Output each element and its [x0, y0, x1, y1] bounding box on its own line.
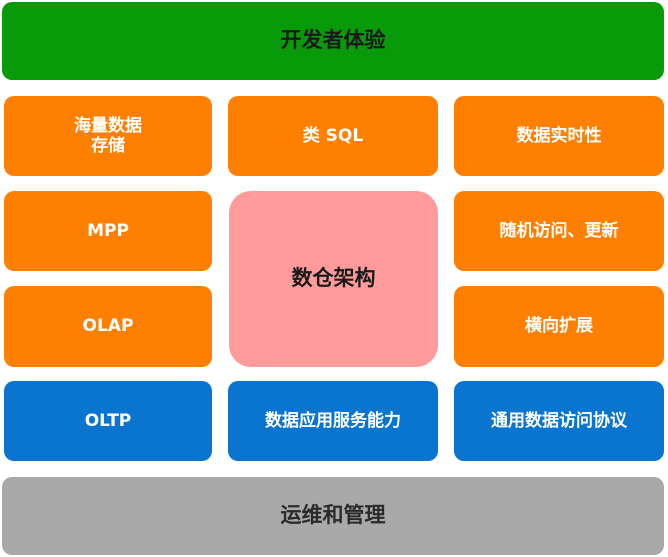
- data-application-service-label: 数据应用服务能力: [265, 410, 401, 431]
- olap-label: OLAP: [82, 316, 134, 337]
- data-application-service-box: 数据应用服务能力: [228, 381, 438, 461]
- data-realtime-label: 数据实时性: [516, 125, 602, 146]
- olap-box: OLAP: [4, 286, 212, 367]
- developer-experience-bar: 开发者体验: [2, 2, 664, 80]
- random-access-update-label: 随机访问、更新: [499, 220, 619, 241]
- sql-like-label: 类 SQL: [302, 125, 364, 146]
- horizontal-scaling-label: 横向扩展: [525, 316, 593, 337]
- random-access-update-box: 随机访问、更新: [454, 191, 664, 271]
- data-realtime-box: 数据实时性: [454, 96, 664, 176]
- general-data-access-protocol-box: 通用数据访问协议: [454, 381, 664, 461]
- ops-management-label: 运维和管理: [280, 503, 386, 528]
- developer-experience-label: 开发者体验: [280, 28, 386, 53]
- mpp-box: MPP: [4, 191, 212, 271]
- sql-like-box: 类 SQL: [228, 96, 438, 176]
- data-warehouse-architecture-label: 数仓架构: [291, 266, 376, 291]
- massive-data-storage-box: 海量数据 存储: [4, 96, 212, 176]
- data-warehouse-architecture-box: 数仓架构: [229, 191, 438, 367]
- oltp-box: OLTP: [4, 381, 212, 461]
- oltp-label: OLTP: [84, 410, 132, 431]
- massive-data-storage-label: 海量数据 存储: [74, 115, 142, 156]
- ops-management-bar: 运维和管理: [2, 477, 664, 555]
- horizontal-scaling-box: 横向扩展: [454, 286, 664, 367]
- mpp-label: MPP: [87, 220, 129, 241]
- general-data-access-protocol-label: 通用数据访问协议: [491, 410, 627, 431]
